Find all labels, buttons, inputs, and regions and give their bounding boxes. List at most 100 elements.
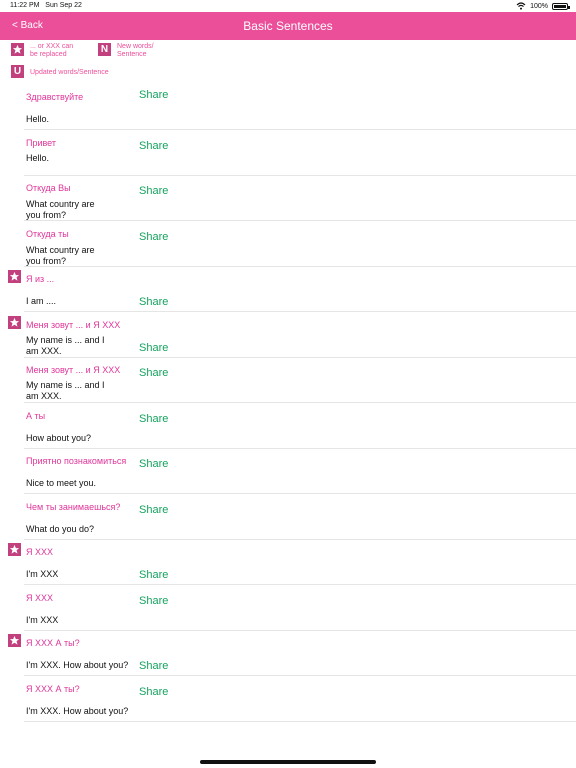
- list-item: А ты How about you? Share: [24, 403, 576, 449]
- page-title: Basic Sentences: [243, 19, 333, 33]
- english-line: What country are: [26, 199, 95, 209]
- share-button[interactable]: Share: [139, 569, 168, 581]
- list-item: Я XXX А ты? I'm XXX. How about you? Share: [24, 630, 576, 676]
- russian-phrase[interactable]: Я из ...: [26, 274, 54, 284]
- russian-phrase[interactable]: Чем ты занимаешься?: [26, 502, 120, 512]
- updated-badge-icon: U: [11, 65, 24, 78]
- list-item-inner: Чем ты занимаешься? What do you do? Share: [24, 494, 576, 539]
- legend-new-line1: New words/: [117, 43, 154, 50]
- list-item-inner: Я XXX I'm XXX Share: [24, 539, 576, 584]
- english-translation: I am ....: [26, 296, 116, 307]
- english-translation: My name is ... and Iam XXX.: [26, 380, 116, 402]
- list-item-inner: Я XXX I'm XXX Share: [24, 585, 576, 630]
- list-item: Меня зовут ... и Я XXX My name is ... and…: [24, 357, 576, 403]
- russian-phrase[interactable]: Я XXX А ты?: [26, 684, 80, 694]
- english-line: I am ....: [26, 296, 57, 306]
- english-translation: My name is ... and Iam XXX.: [26, 335, 116, 357]
- share-button[interactable]: Share: [139, 595, 168, 607]
- share-button[interactable]: Share: [139, 231, 168, 243]
- english-translation: I'm XXX: [26, 569, 116, 580]
- list-item-inner: Меня зовут ... и Я XXX My name is ... and…: [24, 312, 576, 357]
- english-line: I'm XXX: [26, 615, 59, 625]
- list-item-inner: Я XXX А ты? I'm XXX. How about you? Share: [24, 630, 576, 675]
- list-item-inner: Откуда Вы What country are you from? Share: [24, 175, 576, 220]
- list-item: Я из ... I am .... Share: [24, 266, 576, 312]
- share-button[interactable]: Share: [139, 89, 168, 101]
- russian-phrase[interactable]: Я XXX: [26, 547, 53, 557]
- russian-phrase[interactable]: Откуда Вы: [26, 183, 71, 193]
- status-time-text: 11:22 PM: [10, 2, 40, 9]
- russian-phrase[interactable]: Я XXX А ты?: [26, 638, 80, 648]
- star-icon: [8, 270, 21, 283]
- legend-new-line2: Sentence: [117, 51, 147, 58]
- english-line: I'm XXX: [26, 569, 59, 579]
- english-line: you from?: [26, 210, 67, 220]
- russian-phrase[interactable]: Откуда ты: [26, 229, 69, 239]
- list-item-inner: Приятно познакомиться Nice to meet you. Sh…: [24, 448, 576, 493]
- list-item: Я XXX А ты? I'm XXX. How about you? Share: [24, 676, 576, 722]
- russian-phrase[interactable]: Я XXX: [26, 593, 53, 603]
- battery-percent: 100%: [530, 2, 548, 10]
- list-item: Откуда Вы What country are you from? Share: [24, 175, 576, 221]
- english-line: How about you?: [26, 433, 92, 443]
- english-translation: What country are you from?: [26, 245, 116, 267]
- list-item: Приятно познакомиться Nice to meet you. Sh…: [24, 448, 576, 494]
- share-button[interactable]: Share: [139, 686, 168, 698]
- wifi-icon: [516, 2, 526, 10]
- list-item-inner: Здравствуйте Hello. Share: [24, 84, 576, 129]
- list-item: Я XXX I'm XXX Share: [24, 539, 576, 585]
- list-item-inner: Меня зовут ... и Я XXX My name is ... and…: [24, 357, 576, 402]
- english-line: My name is ... and I: [26, 380, 105, 390]
- english-line: am XXX.: [26, 391, 62, 401]
- legend-replace-line2: be replaced: [30, 51, 67, 58]
- legend-new-text: New words/ Sentence: [117, 43, 154, 59]
- star-icon: [8, 634, 21, 647]
- legend-replace-text: ... or XXX can be replaced: [30, 43, 73, 59]
- battery-icon: [552, 2, 570, 10]
- new-badge-icon: N: [98, 43, 111, 56]
- english-translation: I'm XXX. How about you?: [26, 706, 166, 717]
- status-time: 11:22 PM Sun Sep 22: [10, 2, 82, 9]
- share-button[interactable]: Share: [139, 367, 168, 379]
- list-item: Привет Hello. Share: [24, 130, 576, 176]
- home-indicator: [200, 760, 376, 764]
- star-icon: [8, 316, 21, 329]
- english-line: I'm XXX. How about you?: [26, 706, 129, 716]
- legend: ... or XXX can be replaced N New words/ …: [0, 40, 576, 82]
- status-date-text: Sun Sep 22: [45, 2, 82, 9]
- list-item-inner: Привет Hello. Share: [24, 130, 576, 175]
- english-line: am XXX.: [26, 346, 62, 356]
- share-button[interactable]: Share: [139, 140, 168, 152]
- english-translation: Hello.: [26, 114, 116, 125]
- share-button[interactable]: Share: [139, 342, 168, 354]
- status-bar: 11:22 PM Sun Sep 22 100%: [0, 0, 576, 12]
- russian-phrase[interactable]: Приятно познакомиться: [26, 456, 126, 466]
- english-line: Hello.: [26, 153, 50, 163]
- english-translation: Nice to meet you.: [26, 478, 116, 489]
- russian-phrase[interactable]: Здравствуйте: [26, 92, 83, 102]
- russian-phrase[interactable]: Привет: [26, 138, 56, 148]
- status-right: 100%: [516, 2, 570, 10]
- english-line: What country are: [26, 245, 95, 255]
- share-button[interactable]: Share: [139, 660, 168, 672]
- list-item-inner: Я XXX А ты? I'm XXX. How about you? Share: [24, 676, 576, 721]
- share-button[interactable]: Share: [139, 413, 168, 425]
- list-item: Откуда ты What country are you from? Share: [24, 221, 576, 267]
- legend-updated-text: Updated words/Sentence: [30, 69, 109, 76]
- russian-phrase[interactable]: Меня зовут ... и Я XXX: [26, 365, 120, 375]
- english-translation: I'm XXX: [26, 615, 116, 626]
- english-translation: Hello.: [26, 153, 116, 164]
- share-button[interactable]: Share: [139, 458, 168, 470]
- share-button[interactable]: Share: [139, 296, 168, 308]
- russian-phrase[interactable]: Меня зовут ... и Я XXX: [26, 320, 120, 330]
- russian-phrase[interactable]: А ты: [26, 411, 45, 421]
- list-item: Чем ты занимаешься? What do you do? Share: [24, 494, 576, 540]
- list-item-inner: Я из ... I am .... Share: [24, 266, 576, 311]
- list-item-inner: Откуда ты What country are you from? Share: [24, 221, 576, 266]
- english-line: My name is ... and I: [26, 335, 105, 345]
- star-icon: [8, 543, 21, 556]
- english-translation: What do you do?: [26, 524, 116, 535]
- share-button[interactable]: Share: [139, 185, 168, 197]
- list-item-inner: А ты How about you? Share: [24, 403, 576, 448]
- share-button[interactable]: Share: [139, 504, 168, 516]
